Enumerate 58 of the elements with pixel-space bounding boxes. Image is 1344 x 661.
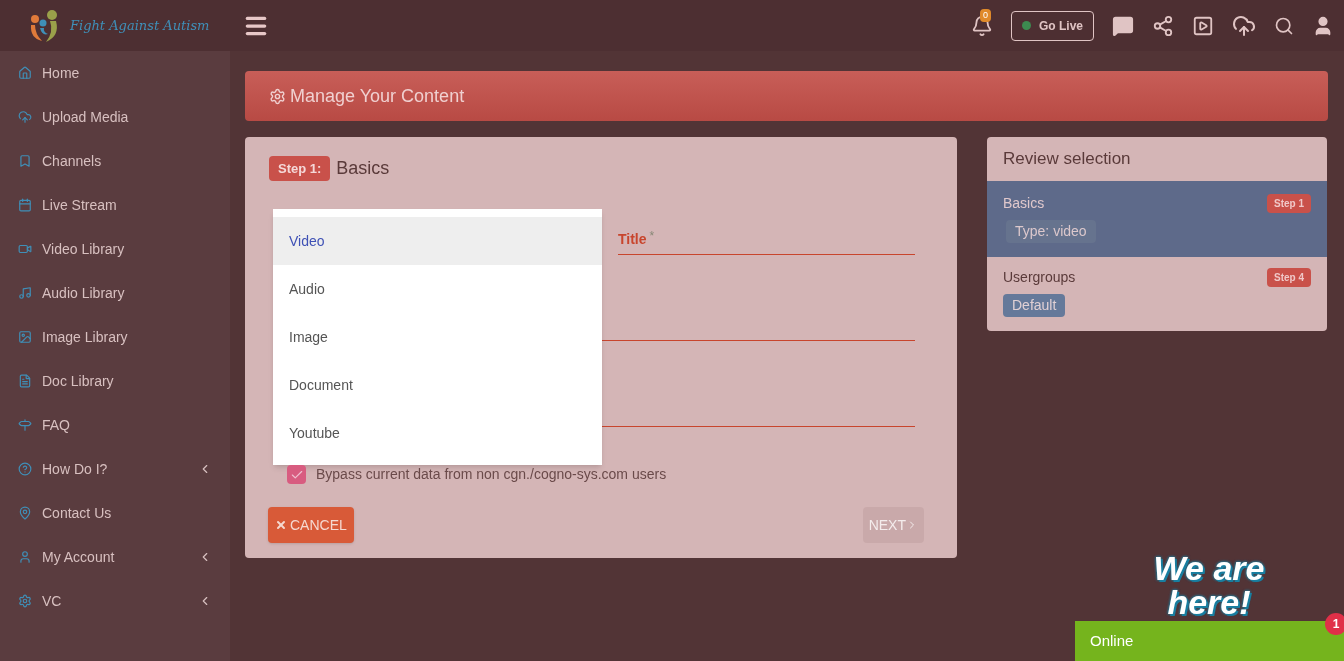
- sidebar-item[interactable]: VC: [0, 579, 230, 623]
- sidebar-item[interactable]: My Account: [0, 535, 230, 579]
- step-badge: Step 4: [1267, 268, 1311, 287]
- sidebar-item[interactable]: Live Stream: [0, 183, 230, 227]
- step-badge: Step 1:: [269, 155, 331, 182]
- cloud-upload-icon[interactable]: [1232, 13, 1256, 38]
- help-icon: [18, 462, 32, 476]
- review-section[interactable]: Usergroups Step 4 Default: [987, 257, 1327, 317]
- sidebar-item[interactable]: Image Library: [0, 315, 230, 359]
- share-icon[interactable]: [1152, 14, 1174, 37]
- gears-icon: [18, 594, 32, 608]
- music-note-icon: [18, 286, 32, 300]
- page-title: Manage Your Content: [290, 84, 465, 108]
- search-icon[interactable]: [1274, 15, 1294, 36]
- signpost-icon: [18, 418, 32, 432]
- image-icon: [18, 330, 32, 344]
- dropdown-option[interactable]: Audio: [273, 265, 602, 313]
- section-name: Basics: [1003, 194, 1045, 213]
- checkbox-label: Bypass current data from non cgn./cogno-sys.com users: [316, 465, 667, 484]
- bookmark-icon: [18, 154, 32, 168]
- cloud-upload-icon: [18, 110, 32, 124]
- selection-tag: Type: video: [1006, 220, 1096, 243]
- dropdown-option[interactable]: Youtube: [273, 409, 602, 457]
- unread-badge: 1: [1325, 613, 1344, 635]
- sidebar-item[interactable]: FAQ: [0, 403, 230, 447]
- sidebar-item[interactable]: Upload Media: [0, 95, 230, 139]
- sidebar-item[interactable]: Video Library: [0, 227, 230, 271]
- dropdown-option[interactable]: Image: [273, 313, 602, 361]
- notification-badge: 0: [980, 8, 991, 22]
- sidebar-item[interactable]: Home: [0, 51, 230, 95]
- user-icon: [18, 550, 32, 564]
- sidebar-item[interactable]: Doc Library: [0, 359, 230, 403]
- step-title: Basics: [336, 157, 390, 180]
- dropdown-option[interactable]: Document: [273, 361, 602, 409]
- section-name: Usergroups: [1003, 268, 1076, 287]
- dropdown-option[interactable]: Video: [273, 217, 602, 265]
- home-icon: [18, 66, 32, 80]
- review-title: Review selection: [1002, 148, 1132, 171]
- checkbox[interactable]: [287, 465, 306, 484]
- sidebar-item[interactable]: Audio Library: [0, 271, 230, 315]
- sidebar-item[interactable]: Channels: [0, 139, 230, 183]
- chat-icon[interactable]: [1112, 14, 1134, 37]
- video-camera-icon: [18, 242, 32, 256]
- calendar-icon: [18, 198, 32, 212]
- sidebar-item[interactable]: Contact Us: [0, 491, 230, 535]
- map-pin-icon: [18, 506, 32, 520]
- go-live-button[interactable]: Go Live: [1011, 10, 1094, 41]
- chat-slogan: We are here!: [1152, 551, 1266, 619]
- bell-icon[interactable]: [971, 14, 993, 37]
- playlist-icon[interactable]: [1192, 14, 1214, 37]
- step-badge: Step 1: [1267, 194, 1311, 213]
- review-section[interactable]: Basics Step 1 Type: video: [987, 181, 1327, 257]
- selection-tag: Default: [1003, 294, 1066, 317]
- document-icon: [18, 374, 32, 388]
- brand-name: Fight Against Autism: [70, 16, 210, 35]
- sidebar-item[interactable]: How Do I?: [0, 447, 230, 491]
- gear-icon: [269, 87, 286, 105]
- close-icon: [275, 519, 287, 531]
